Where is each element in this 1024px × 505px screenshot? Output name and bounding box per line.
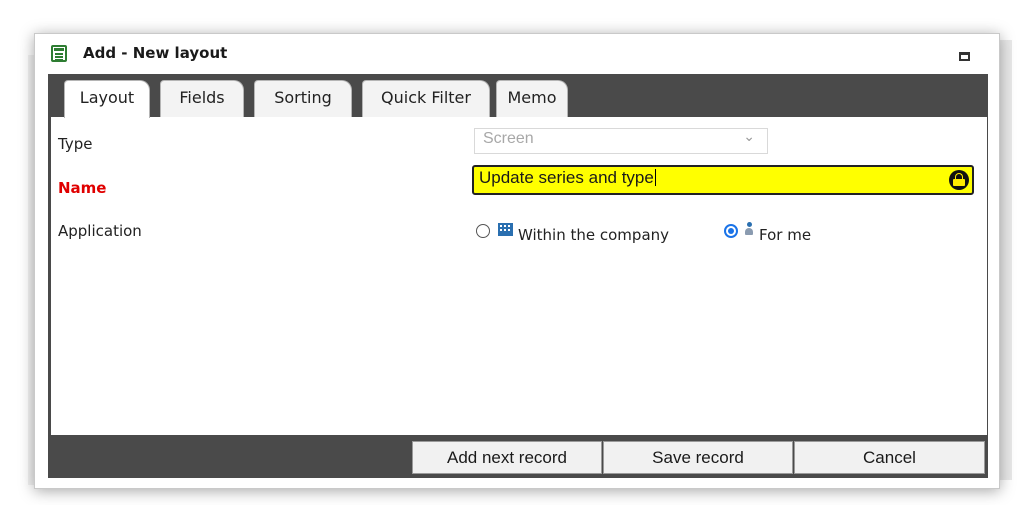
maximize-button[interactable] <box>959 52 970 61</box>
tab-fields[interactable]: Fields <box>160 80 244 117</box>
application-label: Application <box>58 222 142 240</box>
tab-quick-filter[interactable]: Quick Filter <box>362 80 490 117</box>
dialog-titlebar[interactable]: Add - New layout <box>35 34 999 74</box>
name-label: Name <box>58 179 107 197</box>
for-me-label[interactable]: For me <box>759 226 811 244</box>
radio-for-me[interactable] <box>724 224 738 238</box>
layout-tab-content: Type Screen ⌄ Name Update series and typ… <box>51 117 987 435</box>
within-company-label[interactable]: Within the company <box>518 226 669 244</box>
lock-icon[interactable] <box>949 170 969 190</box>
type-select[interactable]: Screen ⌄ <box>474 128 768 154</box>
background-app-scrollbar <box>998 40 1012 480</box>
radio-within-company[interactable] <box>476 224 490 238</box>
cancel-button[interactable]: Cancel <box>794 441 985 474</box>
add-layout-dialog: Add - New layout Layout Fields Sorting Q… <box>34 33 1000 489</box>
layout-list-icon <box>51 45 67 62</box>
chevron-down-icon: ⌄ <box>743 128 755 144</box>
type-select-value: Screen <box>483 130 534 147</box>
name-input-value: Update series and type <box>479 168 654 187</box>
building-icon <box>498 223 513 236</box>
tab-sorting[interactable]: Sorting <box>254 80 352 117</box>
type-label: Type <box>58 135 93 153</box>
name-input[interactable]: Update series and type <box>472 165 974 195</box>
tab-layout[interactable]: Layout <box>64 80 150 118</box>
person-icon <box>744 222 754 236</box>
text-caret <box>654 169 656 186</box>
dialog-panel: Layout Fields Sorting Quick Filter Memo … <box>48 74 988 478</box>
dialog-title: Add - New layout <box>83 44 228 62</box>
add-next-record-button[interactable]: Add next record <box>412 441 602 474</box>
tab-memo[interactable]: Memo <box>496 80 568 117</box>
save-record-button[interactable]: Save record <box>603 441 793 474</box>
